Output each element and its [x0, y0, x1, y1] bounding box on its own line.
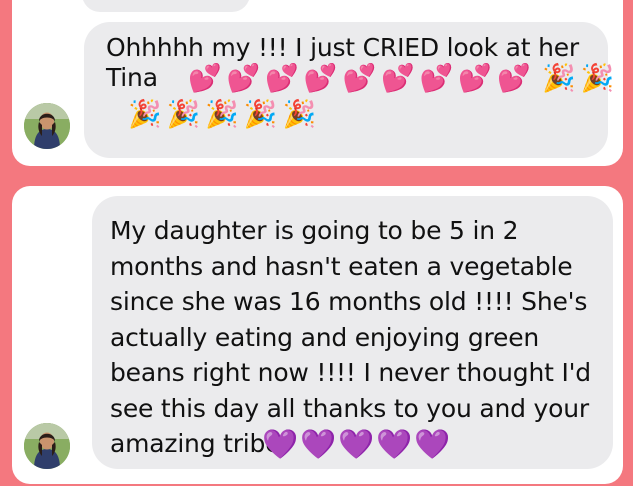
message-card-1: Ohhhhh my !!! I just CRIED look at her T… [12, 0, 623, 166]
message-bubble-1[interactable]: Ohhhhh my !!! I just CRIED look at her T… [84, 22, 614, 158]
previous-message-stub [82, 0, 250, 12]
hearts-emoji-row: 💕💕💕💕💕💕💕💕💕 [188, 63, 536, 94]
avatar[interactable] [24, 103, 70, 149]
message-card-2: My daughter is going to be 5 in 2 months… [12, 186, 623, 484]
party-emoji-row: 🎉🎉🎉🎉🎉 [128, 99, 322, 130]
message-bubble-2[interactable]: My daughter is going to be 5 in 2 months… [92, 196, 613, 469]
message-2-text: My daughter is going to be 5 in 2 months… [110, 216, 591, 458]
message-1-emoji-area: 💕💕💕💕💕💕💕💕💕 🎉🎉 🎉🎉🎉🎉🎉 [106, 63, 614, 153]
avatar[interactable] [24, 423, 70, 469]
profile-photo-icon [24, 103, 70, 149]
profile-photo-icon [24, 423, 70, 469]
purple-hearts-emoji-row: 💜💜💜💜💜 [262, 427, 453, 461]
party-emoji-inline: 🎉🎉 [542, 63, 620, 94]
